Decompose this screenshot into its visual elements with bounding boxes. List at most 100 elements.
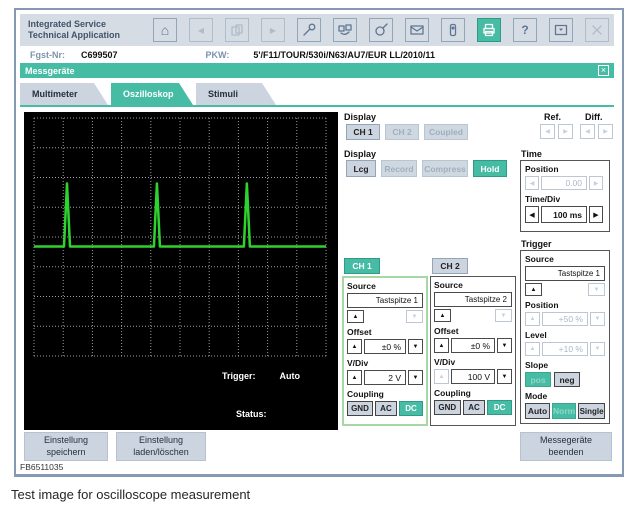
trigger-source-label: Source [525,254,605,264]
fgst-value: C699507 [81,50,118,60]
ch2-gnd-button[interactable]: GND [434,400,461,415]
end-measuring-devices-button[interactable]: Messegeräte beenden [520,432,612,461]
ch1-offset-label: Offset [347,327,423,337]
timediv-right-icon[interactable]: ▶ [589,206,603,223]
battery-icon[interactable] [441,18,465,42]
close-icon[interactable] [585,18,609,42]
ch2-offset-stepper: ▲ ±0 % ▼ [434,338,512,353]
hold-button[interactable]: Hold [473,160,507,177]
load-settings-line1: Einstellung [139,435,183,447]
mode-single-button[interactable]: Single [578,403,605,419]
diff-next-icon[interactable]: ▶ [598,124,613,139]
trigger-source-down-icon[interactable]: ▼ [588,283,605,296]
trigger-position-up-icon[interactable]: ▲ [525,312,540,326]
ch1-source-down-icon[interactable]: ▼ [406,310,423,323]
measuring-devices-icon[interactable] [333,18,357,42]
mail-icon[interactable] [405,18,429,42]
wrench-icon[interactable] [297,18,321,42]
trigger-source-up-icon[interactable]: ▲ [525,283,542,296]
mode-norm-button[interactable]: Norm [552,403,576,419]
workshop-window-icon[interactable] [549,18,573,42]
record-button[interactable]: Record [381,160,417,177]
lcg-button[interactable]: Lcg [346,160,376,177]
trigger-position-down-icon[interactable]: ▼ [590,312,605,326]
slope-pos-button[interactable]: pos [525,372,551,387]
probe-icon[interactable] [369,18,393,42]
save-settings-line1: Einstellung [44,435,88,447]
ch2-vdiv-up-icon[interactable]: ▲ [434,369,449,384]
scope-status-readout: Status: [236,409,267,419]
trigger-level-down-icon[interactable]: ▼ [590,342,605,356]
ch1-offset-down-icon[interactable]: ▼ [408,339,423,354]
ch1-panel: Source Tastspitze 1 ▲ ▼ Offset ▲ ±0 % ▼ … [342,276,428,426]
load-delete-settings-button[interactable]: Einstellung laden/löschen [116,432,206,461]
diff-prev-icon[interactable]: ◀ [580,124,595,139]
time-position-left-icon[interactable]: ◀ [525,176,539,190]
ch2-coupling-label: Coupling [434,388,512,398]
back-icon[interactable]: ◀ [189,18,213,42]
slope-neg-button[interactable]: neg [554,372,580,387]
ch2-offset-up-icon[interactable]: ▲ [434,338,449,353]
ch2-source-label: Source [434,280,512,290]
ch1-source-up-icon[interactable]: ▲ [347,310,364,323]
ch2-select-button[interactable]: CH 2 [432,258,468,274]
ch1-display-button[interactable]: CH 1 [346,124,380,140]
timediv-label: Time/Div [525,194,605,204]
time-position-right-icon[interactable]: ▶ [589,176,603,190]
ch2-source-down-icon[interactable]: ▼ [495,309,512,322]
trigger-source-value: Tastspitze 1 [525,266,605,281]
save-settings-button[interactable]: Einstellung speichern [24,432,108,461]
trigger-level-up-icon[interactable]: ▲ [525,342,540,356]
ch1-offset-value: ±0 % [364,339,406,354]
ch1-vdiv-down-icon[interactable]: ▼ [408,370,423,385]
tab-stimuli[interactable]: Stimuli [196,83,276,105]
trigger-position-stepper: ▲ +50 % ▼ [525,312,605,326]
time-position-label: Position [525,164,605,174]
compress-button[interactable]: Compress [422,160,468,177]
dialog-close-icon[interactable]: × [598,65,609,76]
display-mode-label: Display [344,149,376,159]
ref-prev-icon[interactable]: ◀ [540,124,555,139]
ch2-offset-down-icon[interactable]: ▼ [497,338,512,353]
control-panel: Display CH 1 CH 2 Coupled Display Lcg Re… [344,112,612,432]
ch1-dc-button[interactable]: DC [399,401,423,416]
oscilloscope-display: Trigger: Auto Status: [24,112,338,430]
display-channel-label: Display [344,112,376,122]
mode-buttons: Auto Norm Single [525,403,605,419]
time-label: Time [521,149,542,159]
coupled-display-button[interactable]: Coupled [424,124,468,140]
help-icon[interactable]: ? [513,18,537,42]
ch2-ac-button[interactable]: AC [463,400,486,415]
scope-grid-and-trace [24,112,338,430]
timediv-left-icon[interactable]: ◀ [525,206,539,223]
ch1-select-button[interactable]: CH 1 [344,258,380,274]
ch1-coupling-buttons: GND AC DC [347,401,423,416]
home-icon[interactable]: ⌂ [153,18,177,42]
ch2-dc-button[interactable]: DC [487,400,512,415]
slope-label: Slope [525,360,605,370]
ch1-vdiv-up-icon[interactable]: ▲ [347,370,362,385]
forward-icon[interactable]: ▶ [261,18,285,42]
ch2-display-button[interactable]: CH 2 [385,124,419,140]
documents-icon[interactable] [225,18,249,42]
tab-divider [20,105,614,107]
diff-label: Diff. [585,112,603,122]
tab-multimeter[interactable]: Multimeter [20,83,108,105]
ref-label: Ref. [544,112,561,122]
ch2-vdiv-down-icon[interactable]: ▼ [497,369,512,384]
ref-next-icon[interactable]: ▶ [558,124,573,139]
fgst-label: Fgst-Nr: [30,50,65,60]
ch1-ac-button[interactable]: AC [375,401,397,416]
ch2-source-value: Tastspitze 2 [434,292,512,307]
print-icon[interactable] [477,18,501,42]
application-window: Integrated Service Technical Application… [14,8,624,477]
ch1-gnd-button[interactable]: GND [347,401,373,416]
status-label: Status: [236,409,267,419]
scope-trigger-readout: Trigger: Auto [222,371,300,381]
ch1-offset-up-icon[interactable]: ▲ [347,339,362,354]
trigger-label: Trigger: [222,371,256,381]
mode-auto-button[interactable]: Auto [525,403,550,419]
trigger-value: Auto [280,371,301,381]
ch2-source-up-icon[interactable]: ▲ [434,309,451,322]
tab-oszilloskop[interactable]: Oszilloskop [111,83,193,105]
